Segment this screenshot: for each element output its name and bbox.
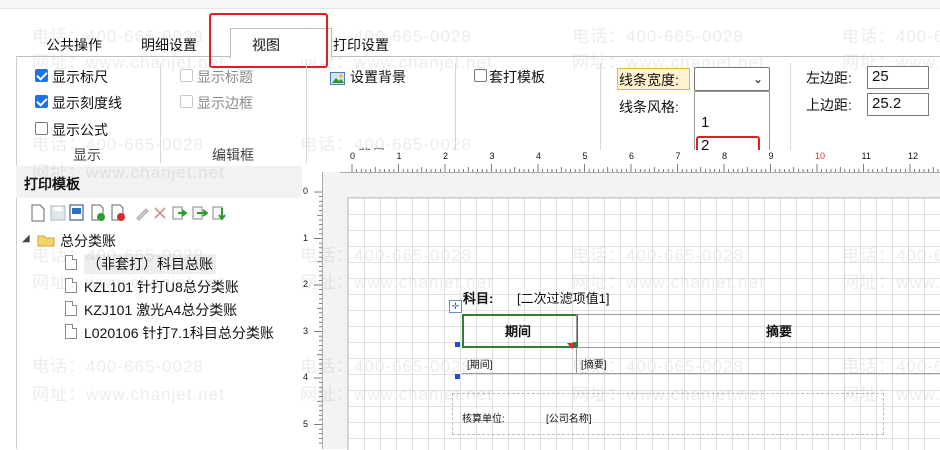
overlay-template-label: 套打模板 bbox=[489, 69, 545, 85]
row-handle-icon[interactable] bbox=[455, 342, 460, 347]
background-image-icon bbox=[330, 72, 345, 85]
export-icon[interactable] bbox=[192, 204, 208, 222]
tab-common-operations[interactable]: 公共操作 bbox=[46, 35, 102, 55]
show-title-checkbox[interactable] bbox=[180, 69, 193, 82]
ruler-label: 5 bbox=[582, 151, 588, 161]
ribbon-separator bbox=[306, 63, 307, 163]
folder-icon bbox=[37, 235, 55, 247]
ruler-label: 8 bbox=[722, 151, 728, 161]
row-handle-icon[interactable] bbox=[455, 374, 460, 379]
show-formula-checkbox[interactable] bbox=[35, 122, 48, 135]
tree-item-kzj101[interactable]: KZJ101 激光A4总分类账 bbox=[84, 300, 237, 320]
tree-root-general-ledger[interactable]: 总分类账 bbox=[60, 231, 116, 251]
subject-label: 科目: bbox=[463, 291, 494, 306]
vertical-ruler-ticks bbox=[314, 191, 322, 444]
ruler-label: 0 bbox=[350, 151, 356, 161]
watermark-site: 网址：www.chanjet.net bbox=[32, 385, 225, 404]
document-icon bbox=[65, 278, 77, 293]
show-border-label: 显示边框 bbox=[197, 95, 253, 111]
subject-value-field[interactable]: [二次过滤项值1] bbox=[517, 288, 609, 307]
display-group-caption: 显示 bbox=[73, 147, 101, 163]
tree-item-non-overlay-ledger[interactable]: （非套打）科目总账 bbox=[84, 254, 216, 274]
summary-header-text: 摘要 bbox=[766, 324, 793, 339]
download-icon[interactable] bbox=[212, 204, 228, 222]
summary-cell[interactable]: [摘要] bbox=[581, 356, 607, 371]
delete-icon[interactable] bbox=[110, 204, 126, 222]
ruler-label: 9 bbox=[768, 151, 774, 161]
ruler-label: 4 bbox=[303, 372, 309, 382]
import-icon[interactable] bbox=[172, 204, 188, 222]
show-title-label: 显示标题 bbox=[197, 69, 253, 85]
ribbon-separator bbox=[790, 63, 791, 163]
preview-icon[interactable] bbox=[69, 204, 85, 222]
ruler-label: 1 bbox=[303, 232, 309, 243]
edit-box-group-caption: 编辑框 bbox=[212, 147, 254, 163]
document-icon bbox=[65, 301, 77, 316]
panel-left-border bbox=[16, 56, 17, 449]
save-icon[interactable] bbox=[50, 204, 66, 222]
document-icon bbox=[65, 255, 77, 270]
period-header-text: 期间 bbox=[505, 324, 532, 339]
top-margin-input[interactable]: 25.2 bbox=[867, 93, 929, 116]
confirm-icon[interactable] bbox=[90, 204, 106, 222]
ribbon-separator bbox=[600, 63, 601, 163]
chevron-down-icon: ⌄ bbox=[752, 72, 763, 86]
show-scale-lines-checkbox[interactable] bbox=[35, 95, 48, 108]
ruler-label: 6 bbox=[629, 151, 635, 161]
tab-detail-settings[interactable]: 明细设置 bbox=[141, 35, 197, 55]
footer-frame bbox=[452, 393, 884, 435]
new-template-icon[interactable] bbox=[30, 204, 46, 222]
close-icon[interactable] bbox=[152, 204, 168, 222]
set-background-button[interactable]: 设置背景 bbox=[350, 67, 406, 87]
ruler-label: 4 bbox=[536, 151, 542, 161]
company-name-field[interactable]: [公司名称] bbox=[546, 410, 592, 425]
top-margin-label: 上边距: bbox=[806, 97, 852, 113]
report-row-border bbox=[462, 373, 940, 374]
period-cell[interactable]: [期间] bbox=[467, 356, 493, 371]
tab-print-settings[interactable]: 打印设置 bbox=[333, 35, 389, 55]
window-top-strip bbox=[0, 0, 940, 9]
ruler-label: 11 bbox=[861, 151, 871, 161]
horizontal-ruler bbox=[340, 150, 940, 173]
ruler-label: 3 bbox=[489, 151, 495, 161]
move-handle-icon[interactable]: ✛ bbox=[449, 300, 462, 313]
line-width-select[interactable]: ⌄ bbox=[694, 67, 770, 91]
ruler-label: 12 bbox=[908, 151, 919, 161]
ruler-label: 2 bbox=[303, 279, 309, 289]
ruler-label: 1 bbox=[396, 151, 402, 161]
vertical-ruler bbox=[302, 172, 323, 449]
line-style-label: 线条风格: bbox=[619, 99, 679, 115]
ruler-label: 0 bbox=[303, 186, 309, 196]
ruler-label: 2 bbox=[443, 151, 449, 161]
tab-view[interactable]: 视图 bbox=[252, 35, 280, 55]
edit-icon[interactable] bbox=[134, 204, 150, 222]
resize-handle-icon[interactable] bbox=[573, 342, 578, 347]
tree-expand-icon[interactable]: ◢ bbox=[22, 233, 30, 244]
show-ruler-checkbox[interactable] bbox=[35, 69, 48, 82]
show-border-checkbox[interactable] bbox=[180, 95, 193, 108]
left-margin-input[interactable]: 25 bbox=[867, 66, 929, 89]
template-panel-title: 打印模板 bbox=[24, 176, 80, 192]
ruler-label: 3 bbox=[303, 325, 309, 336]
tab-view-active-bg bbox=[230, 28, 332, 59]
show-formula-label: 显示公式 bbox=[52, 122, 108, 138]
show-ruler-label: 显示标尺 bbox=[52, 69, 108, 85]
ribbon-separator bbox=[160, 63, 161, 163]
document-icon bbox=[65, 324, 77, 339]
left-margin-label: 左边距: bbox=[806, 70, 852, 86]
ribbon-separator bbox=[455, 63, 456, 163]
horizontal-ruler-ticks bbox=[351, 164, 939, 172]
line-width-option-1[interactable]: 1 bbox=[701, 114, 709, 131]
watermark-phone: 电话：400-665-0028 bbox=[32, 357, 204, 376]
tree-item-l020106[interactable]: L020106 针打7.1科目总分类账 bbox=[84, 323, 274, 343]
line-width-label: 线条宽度: bbox=[619, 72, 679, 88]
overlay-template-checkbox[interactable] bbox=[474, 69, 487, 82]
ruler-label: 5 bbox=[303, 418, 309, 429]
show-scale-lines-label: 显示刻度线 bbox=[52, 95, 122, 111]
ruler-label: 7 bbox=[675, 151, 681, 161]
tree-item-kzl101[interactable]: KZL101 针打U8总分类账 bbox=[84, 277, 239, 297]
accounting-unit-label: 核算单位: bbox=[462, 414, 505, 425]
ruler-label: 10 bbox=[815, 151, 826, 161]
